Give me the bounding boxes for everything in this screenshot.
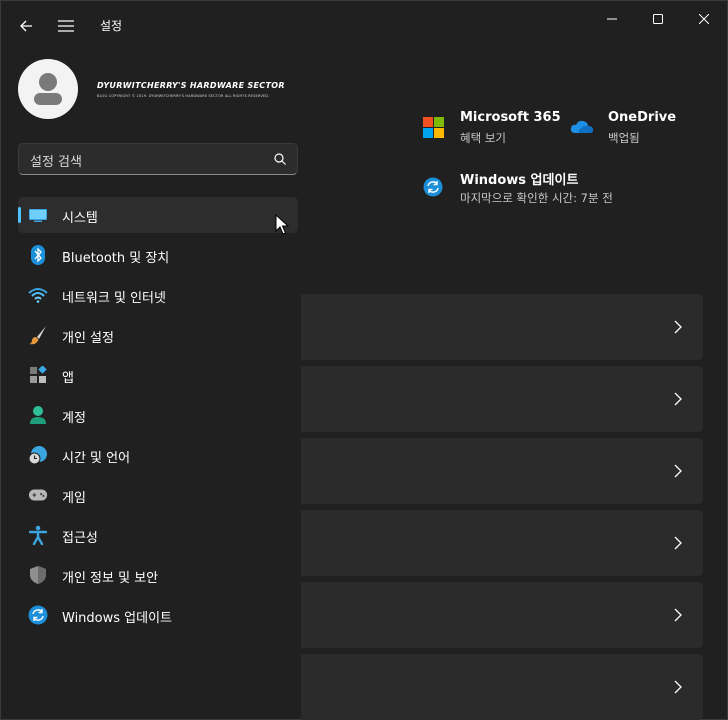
gamepad-icon — [28, 485, 48, 505]
minimize-icon — [607, 18, 617, 20]
settings-card[interactable] — [301, 654, 703, 720]
profile-subtitle: BLOG COPYRIGHT © 2019. DYURWITCHERRY'S H… — [97, 94, 270, 98]
onedrive-title: OneDrive — [608, 110, 677, 125]
chevron-right-icon — [674, 680, 682, 694]
sidebar-item-label: Bluetooth 및 장치 — [62, 251, 170, 266]
minimize-button[interactable] — [589, 5, 635, 33]
accessibility-icon — [28, 525, 48, 545]
account-icon — [28, 405, 48, 425]
windows-update-icon — [423, 177, 443, 197]
chevron-right-icon — [674, 608, 682, 622]
onedrive-tile[interactable]: OneDrive 백업됨 — [569, 109, 709, 149]
sidebar-item-label: Windows 업데이트 — [62, 611, 173, 626]
sidebar-item-label: 시간 및 언어 — [62, 451, 131, 466]
sidebar-item-privacy[interactable]: 개인 정보 및 보안 — [18, 557, 298, 593]
windows-update-tile[interactable]: Windows 업데이트 마지막으로 확인한 시간: 7분 전 — [421, 168, 701, 208]
settings-window: 설정 DYURWITCHERRY'S HARDWARE SECTOR BLOG … — [0, 0, 728, 720]
chevron-right-icon — [674, 536, 682, 550]
sidebar-item-label: 네트워크 및 인터넷 — [62, 291, 166, 306]
sidebar-item-accessibility[interactable]: 접근성 — [18, 517, 298, 553]
microsoft365-subtitle: 혜택 보기 — [460, 131, 506, 145]
menu-button[interactable] — [53, 13, 79, 39]
sidebar-item-accounts[interactable]: 계정 — [18, 397, 298, 433]
mouse-cursor-icon — [275, 214, 289, 235]
sidebar-item-gaming[interactable]: 게임 — [18, 477, 298, 513]
chevron-right-icon — [674, 392, 682, 406]
shield-icon — [28, 565, 48, 585]
sidebar-item-windows-update[interactable]: Windows 업데이트 — [18, 597, 298, 633]
sidebar-item-label: 개인 정보 및 보안 — [62, 571, 159, 586]
windows-update-title: Windows 업데이트 — [460, 173, 579, 188]
sidebar-item-network[interactable]: 네트워크 및 인터넷 — [18, 277, 298, 313]
search-placeholder: 설정 검색 — [30, 155, 82, 170]
onedrive-subtitle: 백업됨 — [608, 131, 640, 145]
window-title: 설정 — [100, 19, 123, 33]
wifi-icon — [28, 285, 48, 305]
maximize-icon — [653, 14, 663, 24]
back-button[interactable] — [13, 13, 39, 39]
settings-card[interactable] — [301, 582, 703, 648]
chevron-right-icon — [674, 464, 682, 478]
onedrive-cloud-icon — [570, 120, 593, 133]
sidebar-item-apps[interactable]: 앱 — [18, 357, 298, 393]
hamburger-icon — [58, 20, 74, 32]
sidebar-item-time-language[interactable]: 시간 및 언어 — [18, 437, 298, 473]
selection-indicator — [18, 207, 21, 223]
sidebar-item-personalization[interactable]: 개인 설정 — [18, 317, 298, 353]
settings-card[interactable] — [301, 510, 703, 576]
search-input[interactable]: 설정 검색 — [18, 143, 298, 175]
settings-card[interactable] — [301, 438, 703, 504]
paintbrush-icon — [28, 325, 48, 345]
profile-name: DYURWITCHERRY'S HARDWARE SECTOR — [97, 81, 285, 90]
user-avatar-icon — [34, 73, 62, 105]
sidebar-item-label: 시스템 — [62, 211, 98, 226]
microsoft365-title: Microsoft 365 — [460, 110, 561, 125]
system-display-icon — [28, 205, 48, 225]
maximize-button[interactable] — [635, 5, 681, 33]
settings-card[interactable] — [301, 366, 703, 432]
sidebar-item-bluetooth[interactable]: Bluetooth 및 장치 — [18, 237, 298, 273]
windows-update-subtitle: 마지막으로 확인한 시간: 7분 전 — [460, 191, 613, 205]
sidebar-item-label: 개인 설정 — [62, 331, 114, 346]
bluetooth-icon — [28, 245, 48, 265]
sidebar-nav: 시스템 Bluetooth 및 장치 네트워크 및 인터넷 개인 설정 앱 계정… — [18, 197, 298, 637]
avatar[interactable] — [18, 59, 78, 119]
sidebar-item-label: 앱 — [62, 371, 74, 386]
back-arrow-icon — [20, 20, 32, 32]
sidebar-item-system[interactable]: 시스템 — [18, 197, 298, 233]
title-bar: 설정 — [1, 1, 728, 49]
windows-update-icon — [28, 605, 48, 625]
sidebar-item-label: 계정 — [62, 411, 86, 426]
close-button[interactable] — [681, 5, 727, 33]
microsoft-logo-icon — [423, 117, 444, 138]
microsoft365-tile[interactable]: Microsoft 365 혜택 보기 — [421, 109, 561, 149]
settings-card[interactable] — [301, 294, 703, 360]
sidebar-item-label: 게임 — [62, 491, 86, 506]
search-icon — [274, 153, 286, 165]
globe-clock-icon — [28, 445, 48, 465]
chevron-right-icon — [674, 320, 682, 334]
sidebar-item-label: 접근성 — [62, 531, 98, 546]
close-icon — [699, 14, 709, 24]
apps-icon — [28, 365, 48, 385]
